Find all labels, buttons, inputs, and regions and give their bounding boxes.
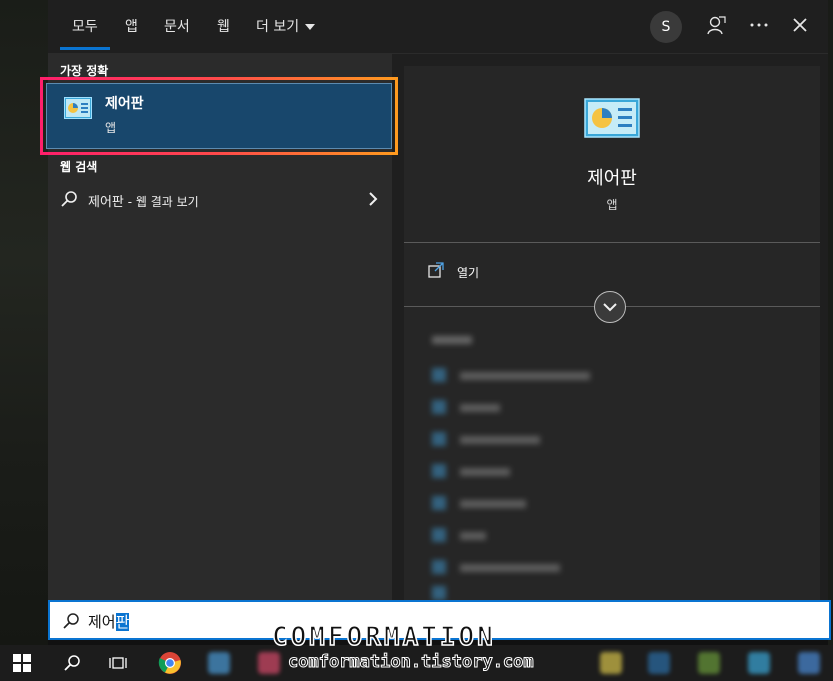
taskbar-search-icon[interactable] bbox=[62, 651, 86, 675]
control-panel-icon bbox=[64, 97, 92, 123]
web-search-result[interactable]: 제어판 - 웹 결과 보기 bbox=[58, 188, 380, 212]
best-match-item[interactable]: 제어판 앱 bbox=[46, 83, 392, 149]
tab-documents[interactable]: 문서 bbox=[164, 16, 190, 36]
control-panel-large-icon bbox=[584, 98, 640, 142]
search-query: 제어판 bbox=[88, 611, 130, 632]
divider bbox=[404, 242, 820, 243]
search-typed-text: 제어 bbox=[88, 613, 116, 631]
blurred-text-lines bbox=[432, 336, 590, 572]
search-selected-text: 판 bbox=[115, 613, 130, 631]
taskbar-app-icon[interactable] bbox=[208, 652, 230, 674]
watermark-title: COMFORMATION bbox=[271, 621, 496, 653]
detail-subtitle: 앱 bbox=[606, 198, 618, 212]
taskbar-app-icon[interactable] bbox=[748, 652, 770, 674]
tab-web[interactable]: 웹 bbox=[217, 16, 230, 36]
caret-down-icon bbox=[305, 24, 316, 30]
more-icon[interactable] bbox=[746, 14, 772, 40]
detail-title: 제어판 bbox=[587, 168, 637, 189]
taskbar-app-icon[interactable] bbox=[648, 652, 670, 674]
best-match-subtitle: 앱 bbox=[105, 121, 117, 135]
watermark-url: comformation.tistory.com bbox=[288, 652, 535, 673]
desktop-background-right bbox=[828, 0, 833, 645]
search-filter-bar: 모두 앱 문서 웹 더 보기 S bbox=[48, 0, 828, 54]
detail-pane: 제어판 앱 열기 bbox=[404, 66, 820, 600]
windows-start-icon[interactable] bbox=[12, 651, 36, 675]
web-search-text: 제어판 - 웹 결과 보기 bbox=[88, 191, 199, 210]
chrome-icon[interactable] bbox=[158, 651, 182, 675]
task-view-icon[interactable] bbox=[108, 651, 132, 675]
web-search-query: 제어판 bbox=[88, 195, 124, 210]
tab-apps[interactable]: 앱 bbox=[125, 16, 138, 36]
open-icon bbox=[428, 262, 444, 282]
web-search-label: 웹 검색 bbox=[60, 160, 98, 174]
taskbar-app-icon[interactable] bbox=[798, 652, 820, 674]
avatar[interactable]: S bbox=[650, 11, 682, 43]
close-icon[interactable] bbox=[787, 14, 813, 40]
web-search-suffix: - 웹 결과 보기 bbox=[123, 195, 199, 209]
tab-more[interactable]: 더 보기 bbox=[256, 16, 316, 36]
results-list: 가장 정확 제어판 앱 웹 검색 제어판 - 웹 결과 보기 bbox=[40, 54, 398, 600]
search-icon bbox=[60, 190, 78, 212]
search-panel: 모두 앱 문서 웹 더 보기 S 가장 정확 제어판 앱 웹 검색 제어판 - … bbox=[40, 0, 828, 600]
tab-all[interactable]: 모두 bbox=[60, 16, 110, 50]
search-icon bbox=[62, 612, 80, 634]
feedback-icon[interactable] bbox=[703, 14, 729, 40]
open-label: 열기 bbox=[457, 266, 480, 280]
expand-button[interactable] bbox=[594, 291, 626, 323]
taskbar-app-icon[interactable] bbox=[698, 652, 720, 674]
best-match-result[interactable]: 제어판 앱 bbox=[40, 77, 398, 155]
taskbar-app-icon[interactable] bbox=[600, 652, 622, 674]
chevron-down-icon bbox=[603, 303, 617, 312]
recent-items-blurred bbox=[424, 328, 804, 600]
chevron-right-icon[interactable] bbox=[366, 191, 380, 211]
taskbar-app-icon[interactable] bbox=[258, 652, 280, 674]
tab-more-label: 더 보기 bbox=[256, 19, 300, 35]
best-match-title: 제어판 bbox=[105, 96, 144, 112]
